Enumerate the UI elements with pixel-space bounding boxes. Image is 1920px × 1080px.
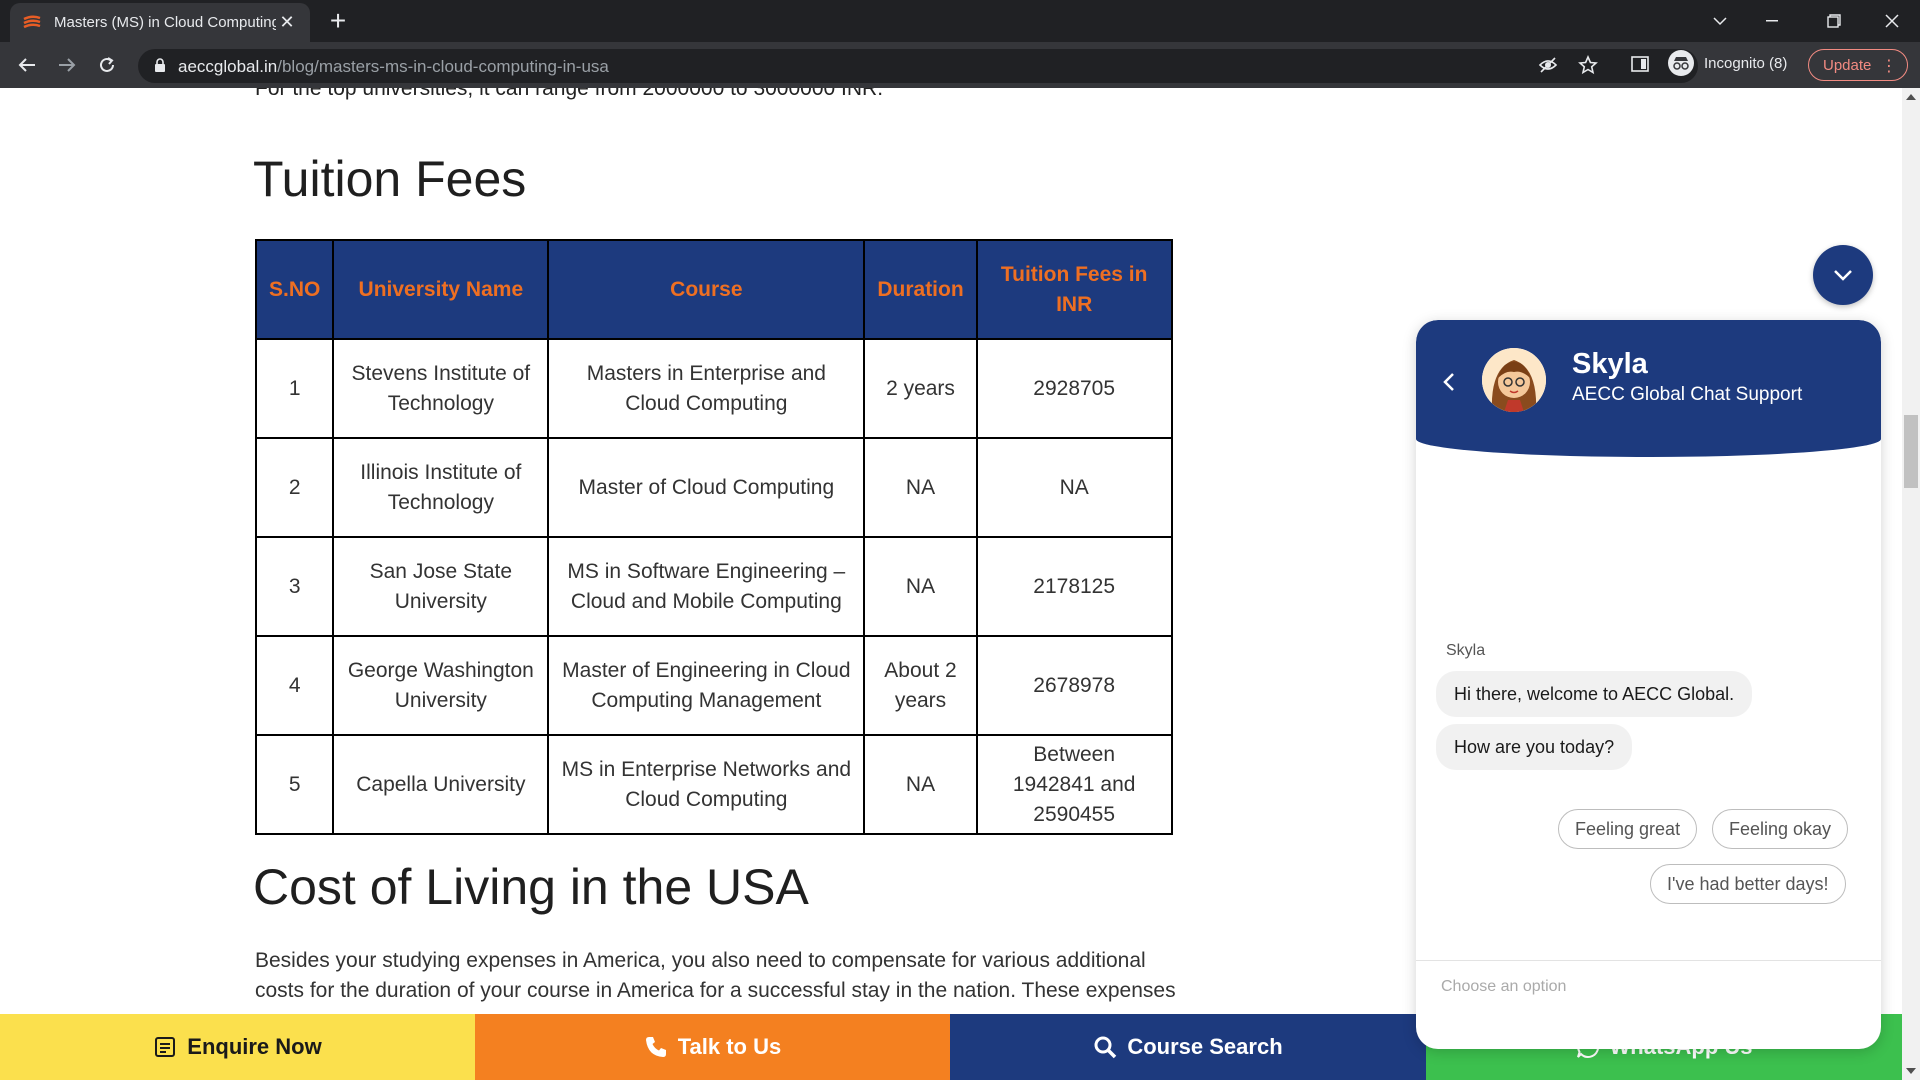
incognito-label: Incognito (8) (1704, 54, 1788, 72)
cost-of-living-paragraph: Besides your studying expenses in Americ… (255, 946, 1185, 1006)
address-bar[interactable]: aeccglobal.in/blog/masters-ms-in-cloud-c… (138, 49, 1698, 83)
cell-course: MS in Software Engineering – Cloud and M… (547, 536, 866, 637)
talk-to-us-label: Talk to Us (677, 1034, 782, 1059)
cell-sno: 1 (254, 338, 335, 439)
cell-course: MS in Enterprise Networks and Cloud Comp… (547, 734, 866, 835)
scroll-down-arrow-icon[interactable] (1906, 1068, 1916, 1074)
cell-university: Stevens Institute of Technology (332, 338, 550, 439)
phone-icon (645, 1037, 666, 1057)
table-header-row: S.NO University Name Course Duration Tui… (254, 239, 1173, 340)
lock-icon[interactable] (154, 58, 166, 73)
browser-tab[interactable]: Masters (MS) in Cloud Computing ✕ (10, 3, 310, 42)
update-label: Update (1823, 56, 1872, 74)
tab-search-icon[interactable] (1692, 0, 1748, 42)
cell-duration: NA (863, 437, 978, 538)
search-icon (1094, 1036, 1117, 1059)
quick-reply-option[interactable]: Feeling great (1558, 809, 1698, 849)
page-scrollbar[interactable] (1902, 88, 1920, 1080)
url-text: aeccglobal.in/blog/masters-ms-in-cloud-c… (178, 57, 609, 76)
cell-duration: 2 years (863, 338, 978, 439)
cell-sno: 2 (254, 437, 335, 538)
chevron-down-icon (1834, 270, 1852, 281)
col-header-fees: Tuition Fees in INR (975, 239, 1173, 340)
minimize-icon[interactable] (1744, 0, 1800, 42)
chat-header: Skyla AECC Global Chat Support (1416, 320, 1881, 457)
chat-minimize-button[interactable] (1813, 245, 1873, 305)
chat-window: Skyla AECC Global Chat Support Skyla Hi … (1416, 320, 1881, 1049)
reload-icon[interactable] (92, 50, 122, 80)
paragraph-line: costs for the duration of your course in… (255, 979, 1176, 1002)
close-window-icon[interactable] (1864, 0, 1920, 42)
cell-fees: NA (975, 437, 1173, 538)
eye-off-icon[interactable] (1538, 55, 1558, 80)
form-icon (155, 1037, 176, 1057)
tab-close-icon[interactable]: ✕ (276, 12, 298, 33)
cell-course: Master of Cloud Computing (547, 437, 866, 538)
chat-input-placeholder[interactable]: Choose an option (1441, 978, 1566, 996)
course-search-button[interactable]: Course Search (950, 1014, 1426, 1080)
bot-name: Skyla (1572, 348, 1648, 380)
course-search-label: Course Search (1127, 1034, 1283, 1059)
col-header-university: University Name (332, 239, 550, 340)
back-icon[interactable] (12, 50, 42, 80)
bookmark-star-icon[interactable] (1578, 54, 1598, 80)
restore-icon[interactable] (1806, 0, 1862, 42)
cell-fees: 2928705 (975, 338, 1173, 439)
chat-subtitle: AECC Global Chat Support (1572, 384, 1803, 405)
cell-sno: 5 (254, 734, 335, 835)
cell-university: Illinois Institute of Technology (332, 437, 550, 538)
update-button[interactable]: Update ⋮ (1808, 49, 1908, 81)
new-tab-icon[interactable]: + (323, 6, 353, 36)
cell-course: Master of Engineering in Cloud Computing… (547, 635, 866, 736)
aecc-favicon-icon (23, 14, 41, 28)
cost-of-living-heading: Cost of Living in the USA (253, 859, 809, 915)
col-header-course: Course (547, 239, 866, 340)
chat-input-divider (1416, 960, 1881, 961)
table-row: 1 Stevens Institute of Technology Master… (254, 338, 1173, 439)
cell-course: Masters in Enterprise and Cloud Computin… (547, 338, 866, 439)
cell-duration: About 2 years (863, 635, 978, 736)
cell-duration: NA (863, 734, 978, 835)
enquire-now-button[interactable]: Enquire Now (0, 1014, 475, 1080)
talk-to-us-button[interactable]: Talk to Us (475, 1014, 950, 1080)
cell-fees: Between 1942841 and 2590455 (975, 734, 1173, 835)
cell-university: Capella University (332, 734, 550, 835)
previous-paragraph-text: For the top universities, it can range f… (255, 88, 884, 100)
table-row: 5 Capella University MS in Enterprise Ne… (254, 734, 1173, 835)
cell-fees: 2178125 (975, 536, 1173, 637)
chat-message: Hi there, welcome to AECC Global. (1436, 671, 1753, 717)
tuition-fees-heading: Tuition Fees (253, 151, 527, 207)
table-row: 2 Illinois Institute of Technology Maste… (254, 437, 1173, 538)
cell-sno: 4 (254, 635, 335, 736)
col-header-duration: Duration (863, 239, 978, 340)
scroll-up-arrow-icon[interactable] (1906, 94, 1916, 100)
cell-university: George Washington University (332, 635, 550, 736)
enquire-now-label: Enquire Now (187, 1034, 322, 1059)
paragraph-line: Besides your studying expenses in Americ… (255, 949, 1146, 972)
forward-icon[interactable] (52, 50, 82, 80)
table-row: 4 George Washington University Master of… (254, 635, 1173, 736)
cell-duration: NA (863, 536, 978, 637)
menu-dots-icon[interactable]: ⋮ (1881, 56, 1897, 76)
cell-sno: 3 (254, 536, 335, 637)
table-row: 3 San Jose State University MS in Softwa… (254, 536, 1173, 637)
browser-titlebar: Masters (MS) in Cloud Computing ✕ + (0, 0, 1920, 42)
message-sender-label: Skyla (1446, 642, 1486, 659)
scrollbar-thumb[interactable] (1904, 415, 1918, 488)
quick-reply-option[interactable]: I've had better days! (1650, 864, 1846, 904)
browser-toolbar: aeccglobal.in/blog/masters-ms-in-cloud-c… (0, 42, 1920, 88)
cell-fees: 2678978 (975, 635, 1173, 736)
incognito-icon (1668, 50, 1694, 76)
chat-message: How are you today? (1436, 724, 1633, 770)
reading-list-icon[interactable] (1630, 54, 1650, 79)
cell-university: San Jose State University (332, 536, 550, 637)
incognito-indicator[interactable]: Incognito (8) (1668, 50, 1787, 76)
bot-avatar (1482, 348, 1546, 412)
tab-title: Masters (MS) in Cloud Computing (54, 14, 276, 31)
quick-reply-option[interactable]: Feeling okay (1712, 809, 1849, 849)
col-header-sno: S.NO (254, 239, 335, 340)
chevron-left-icon[interactable] (1442, 372, 1456, 392)
tuition-fees-table: S.NO University Name Course Duration Tui… (254, 239, 1173, 835)
